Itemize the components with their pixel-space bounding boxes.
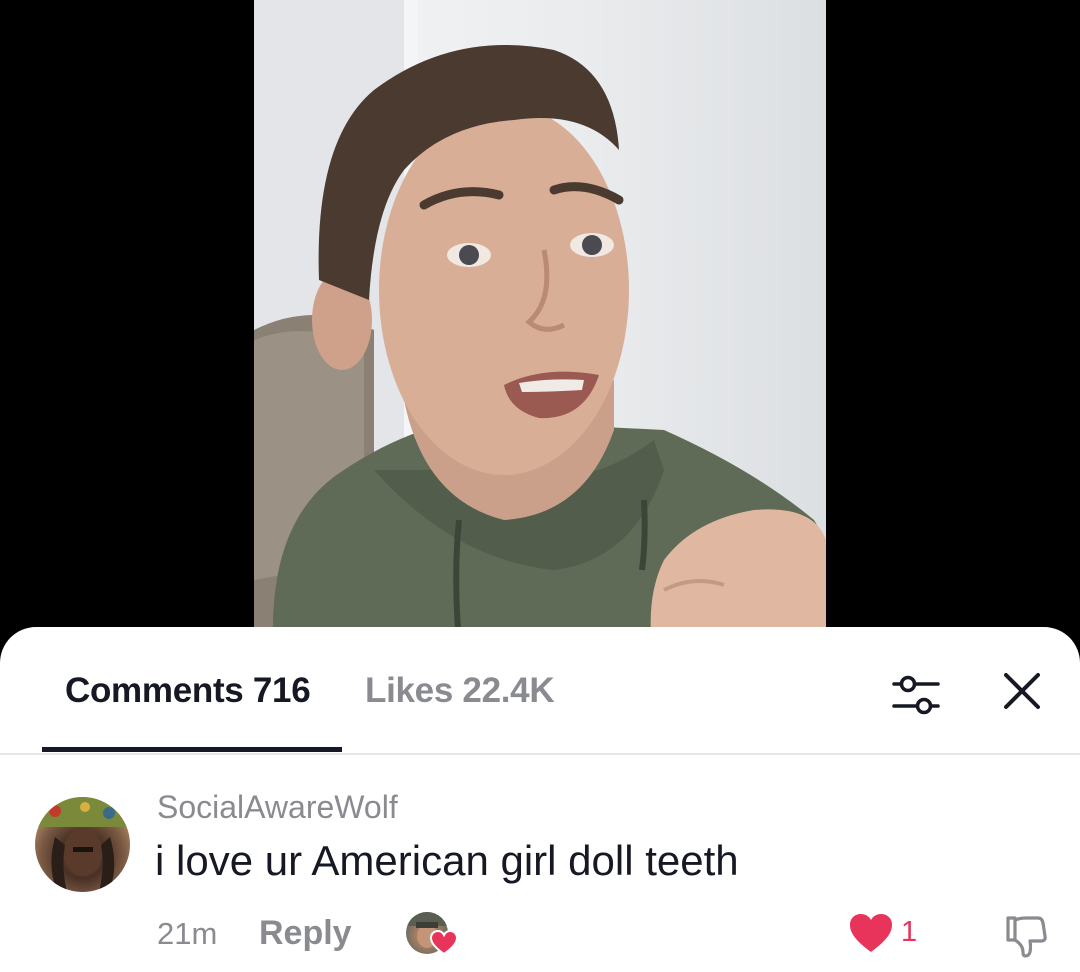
tab-comments[interactable]: Comments 716 bbox=[65, 671, 311, 711]
video-person-illustration bbox=[254, 0, 826, 660]
close-button[interactable] bbox=[998, 667, 1046, 715]
video-player[interactable] bbox=[0, 0, 1080, 660]
liked-by-creator-badge bbox=[406, 912, 458, 958]
sliders-icon bbox=[892, 675, 940, 715]
comment-meta: 21m Reply 1 bbox=[0, 912, 1080, 972]
video-frame[interactable] bbox=[254, 0, 826, 660]
comment-text: i love ur American girl doll teeth bbox=[155, 837, 739, 884]
comment-username[interactable]: SocialAwareWolf bbox=[157, 789, 398, 826]
like-count: 1 bbox=[901, 916, 918, 948]
close-icon bbox=[1004, 673, 1040, 709]
reply-button[interactable]: Reply bbox=[259, 914, 352, 953]
filter-button[interactable] bbox=[888, 667, 944, 723]
active-tab-indicator bbox=[42, 747, 342, 752]
heart-icon bbox=[850, 914, 892, 952]
commenter-avatar[interactable] bbox=[35, 797, 130, 892]
tab-likes[interactable]: Likes 22.4K bbox=[365, 671, 555, 711]
tab-bar: Comments 716 Likes 22.4K bbox=[0, 627, 1080, 755]
like-button[interactable] bbox=[848, 912, 894, 954]
comment-timestamp: 21m bbox=[157, 916, 218, 951]
avatar-image bbox=[35, 797, 130, 892]
dislike-button[interactable] bbox=[1000, 912, 1048, 960]
comment-item: SocialAwareWolf i love ur American girl … bbox=[0, 777, 1080, 972]
heart-badge-icon bbox=[430, 930, 458, 956]
comments-sheet: Comments 716 Likes 22.4K SocialAwareWolf… bbox=[0, 627, 1080, 972]
thumbs-down-icon bbox=[1006, 916, 1047, 958]
